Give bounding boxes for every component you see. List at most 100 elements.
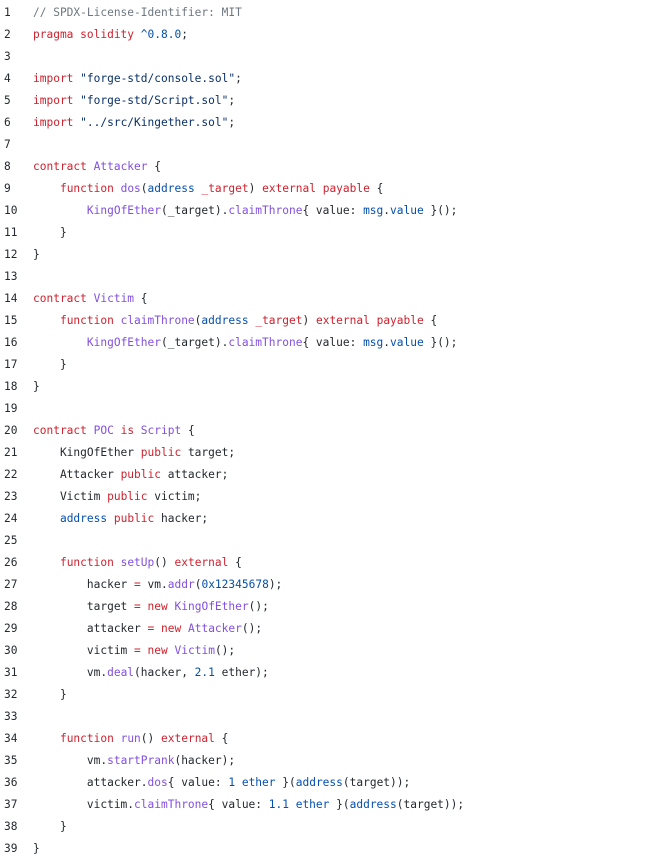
code-token: address [147, 182, 195, 195]
code-token: ); [268, 578, 283, 591]
code-line: 39} [0, 838, 651, 860]
line-number: 29 [4, 622, 18, 635]
line-number: 5 [4, 94, 11, 107]
code-token: vm. [33, 666, 108, 679]
code-token: Victim [174, 644, 215, 657]
code-token: KingOfEther [33, 446, 141, 459]
line-number: 14 [4, 292, 18, 305]
code-line: 27 hacker = vm.addr(0x12345678); [0, 574, 651, 596]
code-token: function [59, 182, 121, 195]
code-token: } [33, 842, 40, 855]
code-line: 36 attacker.dos{ value: 1 ether }(addres… [0, 772, 651, 794]
code-token: vm. [33, 754, 108, 767]
code-token: "forge-std/console.sol" [80, 72, 236, 85]
line-code: } [33, 838, 40, 860]
code-token: (_target). [160, 204, 229, 217]
code-token: target; [181, 446, 236, 459]
code-line: 1 // SPDX-License-Identifier: MIT [0, 2, 651, 24]
line-number: 22 [4, 468, 18, 481]
line-number: 10 [4, 204, 18, 217]
line-code: vm.deal(hacker, 2.1 ether); [33, 662, 269, 684]
code-token: run [120, 732, 141, 745]
line-number: 37 [4, 798, 18, 811]
code-token: { [147, 160, 161, 173]
code-token: deal [107, 666, 135, 679]
line-number: 30 [4, 644, 18, 657]
code-token: ; [228, 116, 236, 129]
line-code: } [33, 816, 67, 838]
code-token: public [107, 490, 148, 503]
code-token: import [33, 116, 81, 129]
line-code: } [33, 376, 40, 398]
code-token: attacker [33, 622, 148, 635]
code-token: claimThrone [228, 204, 303, 217]
code-token: = [134, 600, 141, 613]
code-line: 34 function run() external { [0, 728, 651, 750]
code-token: ; [228, 94, 236, 107]
line-code: KingOfEther(_target).claimThrone{ value:… [33, 200, 458, 222]
code-token: _target [255, 314, 303, 327]
code-token: }( [329, 798, 350, 811]
code-token: { [214, 732, 229, 745]
line-number: 24 [4, 512, 18, 525]
line-number: 21 [4, 446, 18, 459]
code-token: () [140, 732, 162, 745]
code-token: public [120, 468, 161, 481]
line-code: victim = new Victim(); [33, 640, 235, 662]
code-token: import [33, 94, 81, 107]
line-code: function dos(address _target) external p… [33, 178, 383, 200]
line-code: import "forge-std/console.sol"; [33, 68, 242, 90]
line-code: contract POC is Script { [33, 420, 195, 442]
code-token: { [228, 556, 242, 569]
code-token: { [181, 424, 195, 437]
line-code: } [33, 222, 67, 244]
code-line: 4 import "forge-std/console.sol"; [0, 68, 651, 90]
line-number: 35 [4, 754, 18, 767]
code-line: 20 contract POC is Script { [0, 420, 651, 442]
code-token: { [134, 292, 148, 305]
code-token: } [33, 820, 67, 833]
code-line: 17 } [0, 354, 651, 376]
line-code: hacker = vm.addr(0x12345678); [33, 574, 282, 596]
code-line: 28 target = new KingOfEther(); [0, 596, 651, 618]
line-code: attacker.dos{ value: 1 ether }(address(t… [33, 772, 410, 794]
code-token: claimThrone [120, 314, 195, 327]
code-token: } [33, 358, 67, 371]
line-code: // SPDX-License-Identifier: MIT [33, 2, 242, 24]
code-token: external payable [262, 182, 370, 195]
line-number: 39 [4, 842, 18, 855]
line-code: } [33, 354, 67, 376]
code-token: 1 ether [228, 776, 276, 789]
line-number: 20 [4, 424, 18, 437]
code-token: function [59, 314, 121, 327]
code-token: address [295, 776, 343, 789]
code-token: } [33, 380, 40, 393]
code-token: { [369, 182, 384, 195]
line-number: 23 [4, 490, 18, 503]
code-line: 23 Victim public victim; [0, 486, 651, 508]
code-token: vm. [140, 578, 168, 591]
line-code: function claimThrone(address _target) ex… [33, 310, 437, 332]
code-token: dos [147, 776, 168, 789]
code-line: 11 } [0, 222, 651, 244]
line-number: 18 [4, 380, 18, 393]
line-number: 27 [4, 578, 18, 591]
code-line: 8 contract Attacker { [0, 156, 651, 178]
line-code: address public hacker; [33, 508, 208, 530]
code-token: "../src/Kingether.sol" [80, 116, 229, 129]
code-token: }( [275, 776, 296, 789]
code-token: new [147, 600, 168, 613]
code-line: 19 [0, 398, 651, 420]
code-token: claimThrone [134, 798, 209, 811]
line-code: target = new KingOfEther(); [33, 596, 269, 618]
code-token: Attacker [187, 622, 242, 635]
line-number: 8 [4, 160, 11, 173]
line-code: Victim public victim; [33, 486, 201, 508]
code-token: external payable [315, 314, 424, 327]
line-number: 32 [4, 688, 18, 701]
code-token: Attacker [93, 160, 148, 173]
